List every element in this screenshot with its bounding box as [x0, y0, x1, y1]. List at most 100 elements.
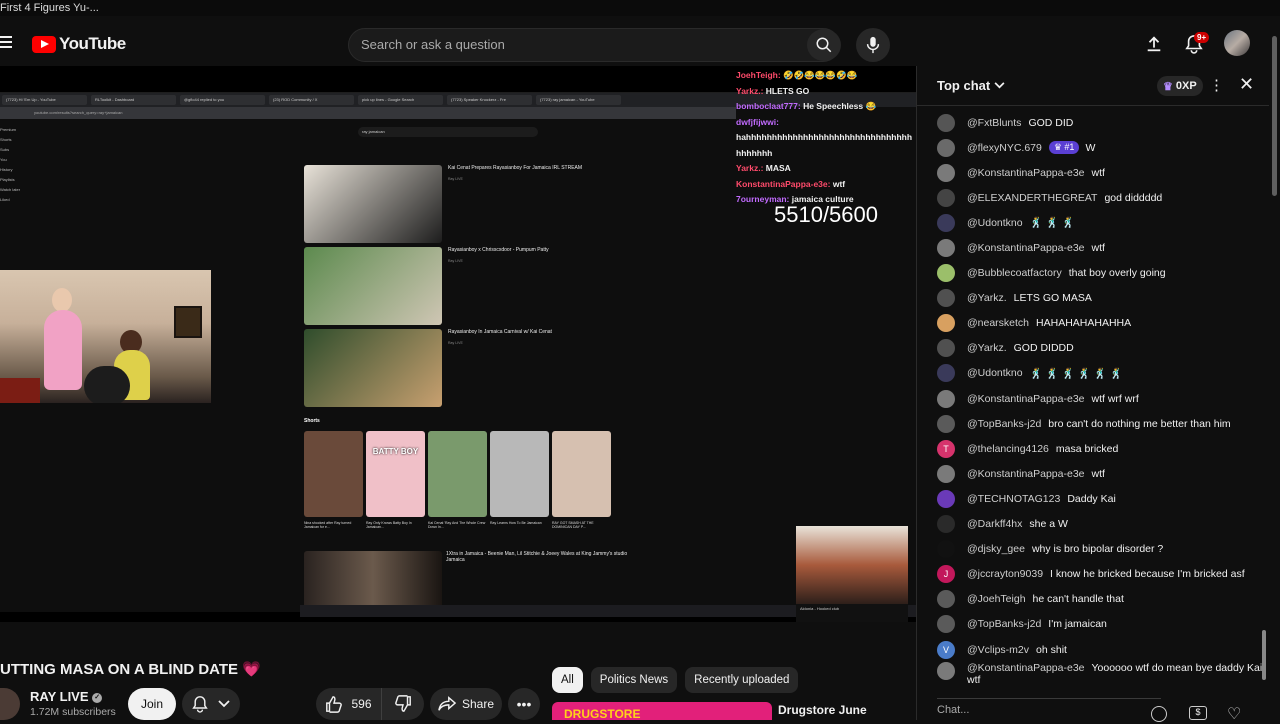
chat-avatar[interactable]: [937, 540, 955, 559]
short-caption: RAY GOT SMASH AT THE DOMINICAN DAY P...: [552, 521, 594, 529]
chat-avatar[interactable]: [937, 289, 955, 308]
ad-banner[interactable]: DRUGSTORE: [552, 702, 772, 720]
subscriber-count: 1.72M subscribers: [30, 706, 116, 718]
chat-avatar[interactable]: [937, 615, 955, 634]
share-label: Share: [461, 697, 495, 711]
logo-text: YouTube: [59, 34, 126, 53]
chat-scrollbar-thumb[interactable]: [1262, 630, 1266, 680]
page-scrollbar[interactable]: [1268, 24, 1280, 720]
chat-avatar[interactable]: [937, 239, 955, 258]
overlay-chat-author: Yarkz.:: [736, 163, 766, 173]
search-icon[interactable]: [807, 29, 841, 61]
chat-avatar[interactable]: [937, 414, 955, 433]
chat-author[interactable]: @ELEXANDERTHEGREAT: [967, 192, 1097, 204]
chat-avatar[interactable]: J: [937, 565, 955, 584]
chat-author[interactable]: @KonstantinaPappa-e3e: [967, 167, 1085, 179]
chat-author[interactable]: @Vclips-m2v: [967, 644, 1029, 656]
chat-input[interactable]: Chat...: [937, 704, 1169, 722]
chat-avatar[interactable]: [937, 464, 955, 483]
channel-name-text[interactable]: RAY LIVE: [30, 689, 89, 704]
chat-more-icon[interactable]: ⋮: [1209, 76, 1224, 94]
chat-avatar[interactable]: [937, 364, 955, 383]
chat-text: HAHAHAHAHAHHA: [1036, 317, 1132, 330]
chat-avatar[interactable]: [937, 163, 955, 182]
chat-author[interactable]: @TECHNOTAG123: [967, 493, 1060, 505]
chat-author[interactable]: @djsky_gee: [967, 543, 1025, 555]
browser-tab: @gflo44 replied to you: [180, 95, 265, 105]
chat-author[interactable]: @thelancing4126: [967, 443, 1049, 455]
chat-author[interactable]: @Udontkno: [967, 367, 1023, 379]
chat-text: wtf: [1091, 467, 1105, 480]
microphone-icon[interactable]: [856, 28, 890, 62]
chat-message: J @jccrayton9039 I know he bricked because…: [917, 562, 1269, 587]
chat-message: @FxtBlunts GOD DID: [917, 110, 1269, 135]
chat-author[interactable]: @KonstantinaPappa-e3e: [967, 662, 1085, 674]
browser-tab: RLToolkit - Dashboard: [91, 95, 176, 105]
dislike-button[interactable]: [382, 688, 424, 720]
chat-avatar[interactable]: [937, 264, 955, 283]
chat-avatar[interactable]: [937, 213, 955, 232]
join-button[interactable]: Join: [128, 688, 176, 720]
close-icon[interactable]: ✕: [1239, 74, 1254, 95]
chat-avatar[interactable]: [937, 662, 955, 681]
chat-avatar[interactable]: [937, 188, 955, 207]
video-player[interactable]: (7723) Hi 'Em Up - YouTube RLToolkit - Da…: [0, 66, 916, 622]
chat-avatar[interactable]: V: [937, 640, 955, 659]
bell-icon: [192, 696, 208, 713]
filter-chip[interactable]: Politics News: [590, 667, 678, 693]
chat-avatar[interactable]: [937, 515, 955, 534]
chat-author[interactable]: @Darkff4hx: [967, 518, 1022, 530]
heart-icon[interactable]: ♡: [1227, 704, 1241, 724]
chat-author[interactable]: @Yarkz.: [967, 342, 1007, 354]
chat-author[interactable]: @KonstantinaPappa-e3e: [967, 242, 1085, 254]
overlay-chat-line: bomboclaat777: He Speechless 😂: [736, 99, 916, 115]
channel-name[interactable]: RAY LIVE ✓: [30, 689, 103, 704]
overlay-chat-author: JoehTeigh:: [736, 70, 784, 80]
like-button[interactable]: 596: [316, 688, 382, 720]
chat-mode-dropdown[interactable]: Top chat: [937, 78, 1005, 93]
youtube-logo[interactable]: YouTube: [32, 34, 126, 54]
more-actions-button[interactable]: •••: [508, 688, 540, 720]
filter-chip[interactable]: All: [552, 667, 583, 693]
chat-author[interactable]: @TopBanks-j2d: [967, 418, 1041, 430]
chat-message: @TopBanks-j2d bro can't do nothing me bet…: [917, 411, 1269, 436]
chat-avatar[interactable]: [937, 389, 955, 408]
upload-icon[interactable]: [1142, 32, 1166, 56]
xp-badge[interactable]: ♛ 0XP: [1157, 76, 1203, 96]
chat-avatar[interactable]: [937, 314, 955, 333]
chat-title[interactable]: Top chat: [937, 78, 990, 93]
search-input[interactable]: Search or ask a question: [361, 37, 505, 52]
chat-avatar[interactable]: [937, 489, 955, 508]
chat-author[interactable]: @JoehTeigh: [967, 593, 1026, 605]
chat-avatar[interactable]: [937, 590, 955, 609]
chat-author[interactable]: @Bubblecoatfactory: [967, 267, 1062, 279]
account-avatar[interactable]: [1224, 30, 1250, 56]
filter-chip[interactable]: Recently uploaded: [685, 667, 799, 693]
chat-avatar[interactable]: [937, 113, 955, 132]
chat-author[interactable]: @KonstantinaPappa-e3e: [967, 468, 1085, 480]
chat-author[interactable]: @Udontkno: [967, 217, 1023, 229]
short-caption: Nina shocked after Ray turned Jamaican f…: [304, 521, 352, 529]
menu-icon[interactable]: [0, 36, 12, 48]
scrollbar-thumb[interactable]: [1272, 36, 1277, 196]
chat-author[interactable]: @KonstantinaPappa-e3e: [967, 393, 1085, 405]
chat-author[interactable]: @FxtBlunts: [967, 117, 1021, 129]
super-chat-icon[interactable]: $: [1189, 706, 1207, 720]
ad-title[interactable]: Drugstore June: [778, 703, 867, 717]
chat-avatar[interactable]: T: [937, 439, 955, 458]
chat-author[interactable]: @nearsketch: [967, 317, 1029, 329]
chat-avatar[interactable]: [937, 339, 955, 358]
chat-author[interactable]: @Yarkz.: [967, 292, 1007, 304]
chat-author[interactable]: @flexyNYC.679: [967, 142, 1042, 154]
chat-author[interactable]: @TopBanks-j2d: [967, 618, 1041, 630]
filter-chips: All Politics News Recently uploaded: [552, 667, 799, 693]
chat-avatar[interactable]: [937, 138, 955, 157]
channel-avatar[interactable]: [0, 688, 20, 720]
chat-author[interactable]: @jccrayton9039: [967, 568, 1043, 580]
search-result: Kai Cenat Prepares Rayasianboy For Jamai…: [304, 165, 644, 245]
share-button[interactable]: Share: [430, 688, 502, 720]
subscription-bell-button[interactable]: [182, 688, 240, 720]
overlay-chat-author: Yarkz.:: [736, 85, 766, 96]
chat-text: she a W: [1029, 518, 1068, 531]
search-box[interactable]: Search or ask a question: [348, 28, 841, 62]
